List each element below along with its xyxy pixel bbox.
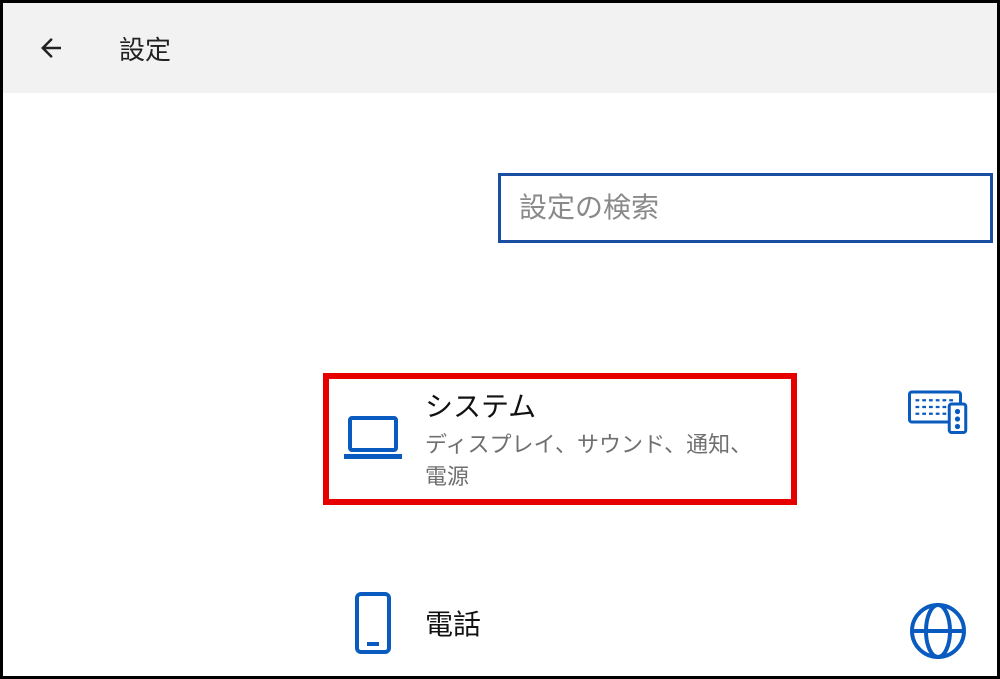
globe-icon bbox=[908, 601, 968, 661]
tile-system-desc: ディスプレイ、サウンド、通知、電源 bbox=[425, 427, 771, 491]
settings-header: 設定 bbox=[3, 3, 997, 93]
tile-system-title: システム bbox=[425, 385, 771, 425]
phone-icon bbox=[343, 593, 403, 653]
search-input[interactable] bbox=[498, 173, 993, 243]
app-title: 設定 bbox=[119, 30, 171, 67]
search-container bbox=[498, 173, 997, 243]
arrow-left-icon bbox=[36, 33, 66, 63]
keyboard-icon bbox=[908, 383, 968, 443]
tile-system-text: システム ディスプレイ、サウンド、通知、電源 bbox=[425, 385, 771, 491]
laptop-icon bbox=[343, 408, 403, 468]
tile-network[interactable] bbox=[908, 601, 990, 661]
tile-phone-text: 電話 bbox=[425, 603, 481, 643]
tile-system[interactable]: システム ディスプレイ、サウンド、通知、電源 bbox=[323, 373, 797, 505]
back-button[interactable] bbox=[31, 28, 71, 68]
tile-devices[interactable] bbox=[908, 383, 990, 443]
tile-phone[interactable]: 電話 bbox=[343, 593, 481, 653]
tile-phone-title: 電話 bbox=[425, 603, 481, 643]
